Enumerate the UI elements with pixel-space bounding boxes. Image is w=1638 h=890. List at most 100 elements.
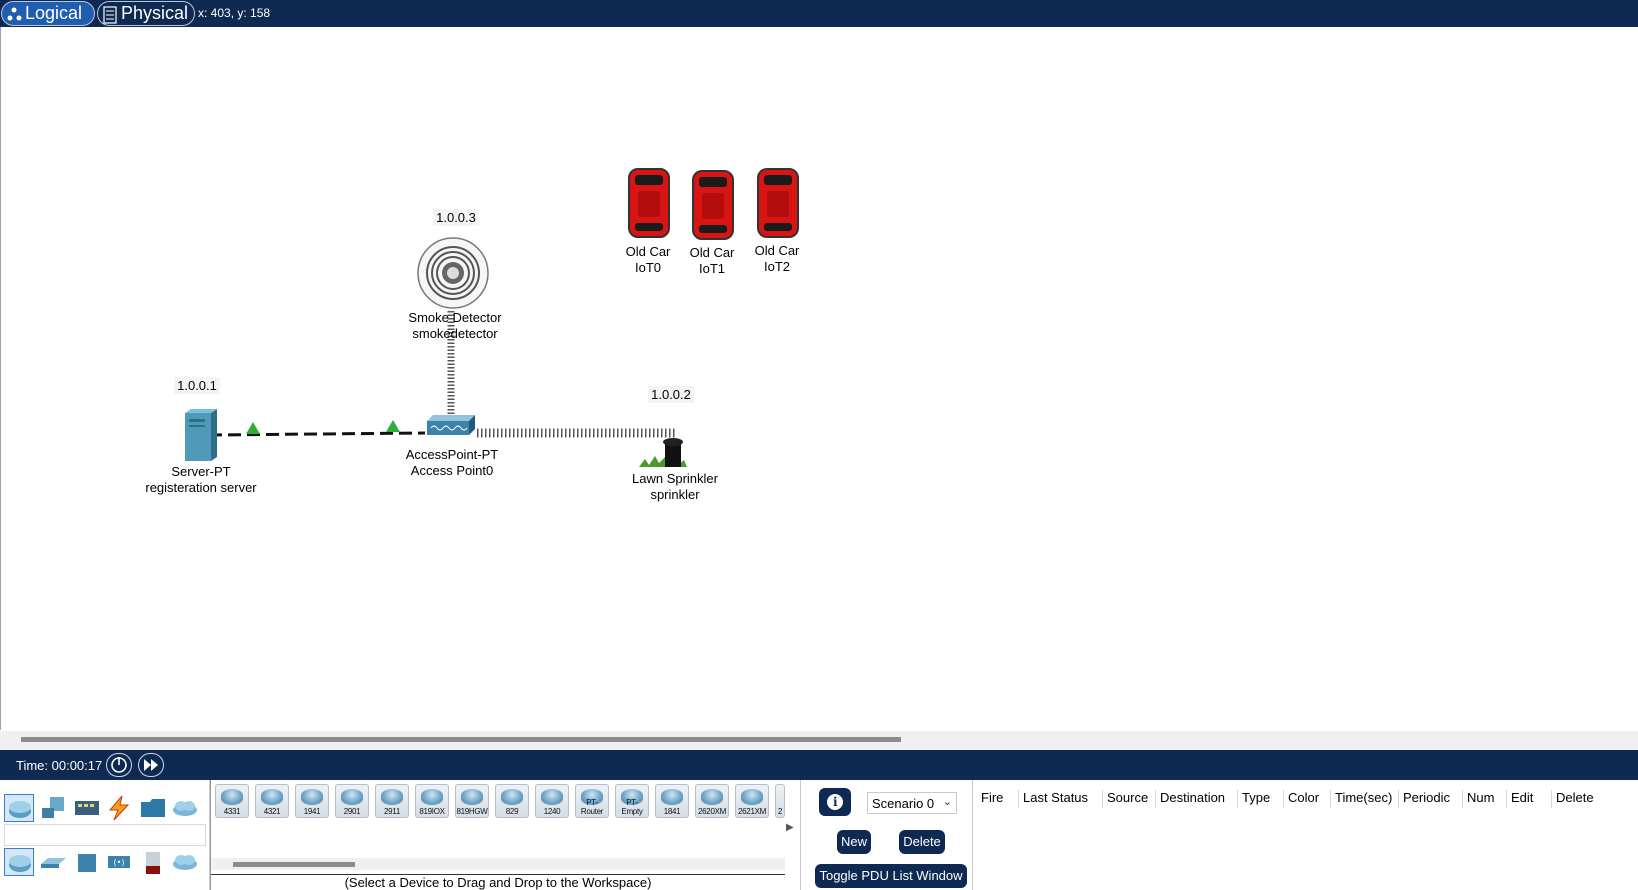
device-type: Old Car — [754, 243, 800, 258]
device-tile-label: 819HGW — [456, 807, 488, 816]
device-tile[interactable]: 1841 — [655, 784, 689, 818]
device-tile[interactable]: 4331 — [215, 784, 249, 818]
multiuser-category-icon[interactable] — [170, 794, 200, 822]
scenario-info-button[interactable]: i — [819, 788, 851, 816]
column-header[interactable]: Source — [1102, 790, 1148, 808]
device-label-smoke-detector: Smoke Detector smokedetector — [408, 310, 501, 342]
column-header[interactable]: Periodic — [1398, 790, 1450, 808]
chevron-down-icon: ⌄ — [942, 796, 952, 808]
device-tile[interactable]: 1941 — [295, 784, 329, 818]
column-header[interactable]: Time(sec) — [1330, 790, 1392, 808]
workspace-scroll-thumb[interactable] — [21, 737, 901, 742]
ip-address-label: 1.0.0.3 — [433, 209, 479, 226]
hubs-subcategory-icon[interactable] — [72, 848, 102, 876]
column-header[interactable]: Fire — [977, 790, 1003, 808]
link-status-up-icon — [246, 422, 260, 434]
device-panel-hint: (Select a Device to Drag and Drop to the… — [211, 874, 785, 890]
fast-forward-icon — [144, 759, 158, 771]
device-name: smokedetector — [412, 326, 498, 341]
router-icon — [461, 789, 483, 805]
device-tile[interactable]: 829 — [495, 784, 529, 818]
device-name: IoT2 — [763, 259, 791, 274]
fast-forward-button[interactable] — [138, 753, 164, 777]
router-icon — [661, 789, 683, 805]
server-icon[interactable] — [185, 409, 217, 461]
column-header[interactable]: Last Status — [1018, 790, 1088, 808]
device-tile[interactable]: PT-Empty — [615, 784, 649, 818]
routers-subcategory-icon[interactable] — [4, 848, 34, 876]
components-category-icon[interactable] — [72, 794, 102, 822]
router-icon — [221, 789, 243, 805]
collapse-arrow-icon[interactable]: ▶ — [786, 822, 798, 836]
old-car-icon[interactable] — [692, 170, 734, 240]
device-tile[interactable]: 2621XM — [735, 784, 769, 818]
device-label-car-iot0: Old Car IoT0 — [626, 244, 671, 276]
category-search-field[interactable] — [4, 824, 206, 846]
column-header[interactable]: Edit — [1506, 790, 1533, 808]
ip-address-label: 1.0.0.2 — [648, 386, 694, 403]
connections-category-icon[interactable] — [104, 794, 134, 822]
topology-canvas — [185, 168, 799, 467]
device-tile-label: PT-Empty — [621, 798, 643, 816]
device-tile[interactable]: 2911 — [375, 784, 409, 818]
device-tile-label: 2911 — [383, 807, 400, 816]
smoke-detector-icon[interactable] — [417, 237, 489, 309]
access-point-icon[interactable] — [427, 415, 475, 435]
device-name: Access Point0 — [410, 463, 494, 478]
device-tile-label: 2620XM — [698, 807, 726, 816]
column-header[interactable]: Color — [1283, 790, 1319, 808]
scenario-select[interactable]: Scenario 0 ⌄ — [867, 792, 957, 814]
miscellaneous-category-icon[interactable] — [138, 794, 168, 822]
logical-network-icon — [6, 6, 22, 22]
security-subcategory-icon[interactable] — [138, 848, 168, 876]
device-tile[interactable]: 1240 — [535, 784, 569, 818]
new-scenario-button[interactable]: New — [837, 830, 871, 854]
physical-rack-icon — [102, 5, 118, 24]
scenario-value: Scenario 0 — [872, 796, 935, 811]
device-tile[interactable]: 819HGW — [455, 784, 489, 818]
toggle-pdu-list-button[interactable]: Toggle PDU List Window — [815, 864, 967, 888]
device-tile[interactable]: 819IOX — [415, 784, 449, 818]
device-tile[interactable]: 2 — [775, 784, 785, 818]
top-toolbar: Logical Physical x: 403, y: 158 — [0, 0, 1638, 27]
device-tile[interactable]: PT-Router — [575, 784, 609, 818]
old-car-icon[interactable] — [757, 168, 799, 238]
router-icon — [341, 789, 363, 805]
server-ap-link[interactable] — [208, 431, 426, 437]
pdu-controls: i Scenario 0 ⌄ New Delete Toggle PDU Lis… — [800, 780, 972, 890]
column-header[interactable]: Type — [1237, 790, 1270, 808]
device-label-access-point: AccessPoint-PT Access Point0 — [406, 447, 498, 479]
old-car-icon[interactable] — [628, 168, 670, 238]
device-tile[interactable]: 2901 — [335, 784, 369, 818]
column-header[interactable]: Destination — [1155, 790, 1225, 808]
device-panel-scroll-thumb[interactable] — [233, 862, 355, 867]
router-icon — [741, 789, 763, 805]
device-tile-label: 1841 — [663, 807, 681, 816]
physical-view-label: Physical — [121, 3, 189, 23]
column-header[interactable]: Num — [1462, 790, 1494, 808]
logical-view-label: Logical — [25, 3, 83, 23]
device-label-car-iot1: Old Car IoT1 — [690, 245, 735, 277]
switches-subcategory-icon[interactable] — [38, 848, 68, 876]
lawn-sprinkler-icon[interactable] — [639, 438, 687, 467]
physical-view-button[interactable]: Physical — [97, 1, 195, 26]
power-cycle-button[interactable] — [106, 753, 132, 777]
simulation-time: Time: 00:00:17 — [16, 758, 103, 773]
router-icon — [541, 789, 563, 805]
wan-emulation-subcategory-icon[interactable] — [170, 848, 200, 876]
logical-workspace[interactable]: 1.0.0.1 1.0.0.3 1.0.0.2 Server-PT regist… — [0, 27, 1638, 730]
device-tile[interactable]: 2620XM — [695, 784, 729, 818]
device-tile-label: 4331 — [223, 807, 241, 816]
delete-scenario-button[interactable]: Delete — [899, 830, 945, 854]
column-header[interactable]: Delete — [1551, 790, 1594, 808]
device-type: Server-PT — [171, 464, 231, 479]
info-icon: i — [833, 795, 838, 809]
link-status-up-icon — [386, 420, 400, 432]
device-name: sprinkler — [650, 487, 700, 502]
wireless-devices-subcategory-icon[interactable]: (•) — [104, 848, 134, 876]
end-devices-category-icon[interactable] — [38, 794, 68, 822]
network-devices-category-icon[interactable] — [4, 794, 34, 822]
device-tile-label: 819IOX — [419, 807, 445, 816]
logical-view-button[interactable]: Logical — [1, 1, 95, 26]
device-tile[interactable]: 4321 — [255, 784, 289, 818]
